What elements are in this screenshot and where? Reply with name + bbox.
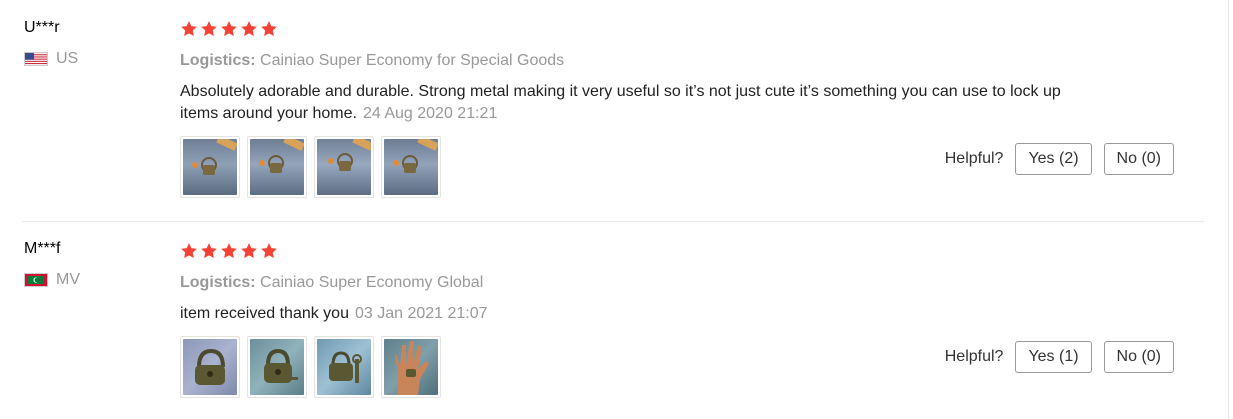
padlock-photo [317, 339, 371, 395]
us-flag-icon [24, 52, 48, 66]
helpful-label: Helpful? [944, 348, 1004, 365]
logistics-label: Logistics: [180, 274, 256, 291]
review-body: item received thank you [180, 305, 349, 322]
padlock-photo [250, 339, 304, 395]
logistics-label: Logistics: [180, 52, 256, 69]
country-code: US [56, 50, 79, 67]
reviewer-info: U***r US [24, 18, 78, 68]
star-icon [241, 21, 257, 37]
star-icon [201, 243, 217, 259]
review-photo-thumb[interactable] [247, 336, 307, 398]
logistics-value: Cainiao Super Economy for Special Goods [255, 52, 565, 69]
hand-photo [384, 339, 438, 395]
review-photo-thumb[interactable] [314, 136, 374, 198]
helpful-no-button[interactable]: No (0) [1103, 341, 1174, 373]
review-date: 03 Jan 2021 21:07 [354, 305, 488, 322]
review-photo-thumb[interactable] [381, 336, 441, 398]
review-text: item received thank you 03 Jan 2021 21:07 [180, 303, 1080, 325]
review-photo-thumb[interactable] [247, 136, 307, 198]
star-rating [180, 19, 1080, 39]
review-item: U***r US Logistics: Cainiao Super Econom… [0, 0, 1210, 221]
reviewer-country: MV [24, 271, 80, 289]
star-icon [181, 21, 197, 37]
reviewer-info: M***f MV [24, 239, 80, 289]
reviewer-name: U***r [24, 19, 60, 36]
star-icon [221, 21, 237, 37]
reviewer-country: US [24, 50, 78, 68]
padlock-photo [250, 139, 304, 195]
helpful-no-button[interactable]: No (0) [1103, 143, 1174, 175]
padlock-photo [183, 339, 237, 395]
star-icon [201, 21, 217, 37]
star-icon [181, 243, 197, 259]
review-photo-thumb[interactable] [180, 336, 240, 398]
review-item: M***f MV Logistics: Cainiao Super Econom… [0, 222, 1210, 419]
logistics-info: Logistics: Cainiao Super Economy Global [180, 273, 1080, 293]
star-icon [261, 243, 277, 259]
review-photo-thumb[interactable] [314, 336, 374, 398]
reviewer-name: M***f [24, 240, 61, 257]
helpful-yes-button[interactable]: Yes (2) [1015, 143, 1092, 175]
mv-flag-icon [24, 273, 48, 287]
helpful-label: Helpful? [944, 150, 1004, 167]
review-date: 24 Aug 2020 21:21 [362, 105, 498, 122]
helpful-vote: Helpful? Yes (2) No (0) [945, 143, 1174, 175]
star-icon [261, 21, 277, 37]
padlock-photo [183, 139, 237, 195]
star-icon [221, 243, 237, 259]
review-text: Absolutely adorable and durable. Strong … [180, 81, 1080, 125]
review-body: Absolutely adorable and durable. Strong … [180, 83, 1061, 122]
review-content: Logistics: Cainiao Super Economy Global … [180, 241, 1080, 398]
country-code: MV [56, 271, 80, 288]
review-photo-thumb[interactable] [381, 136, 441, 198]
padlock-photo [317, 139, 371, 195]
star-rating [180, 241, 1080, 261]
logistics-info: Logistics: Cainiao Super Economy for Spe… [180, 51, 1080, 71]
helpful-vote: Helpful? Yes (1) No (0) [945, 341, 1174, 373]
padlock-photo [384, 139, 438, 195]
panel-border [1228, 0, 1229, 419]
star-icon [241, 243, 257, 259]
logistics-value: Cainiao Super Economy Global [255, 274, 484, 291]
helpful-yes-button[interactable]: Yes (1) [1015, 341, 1092, 373]
review-photo-thumb[interactable] [180, 136, 240, 198]
